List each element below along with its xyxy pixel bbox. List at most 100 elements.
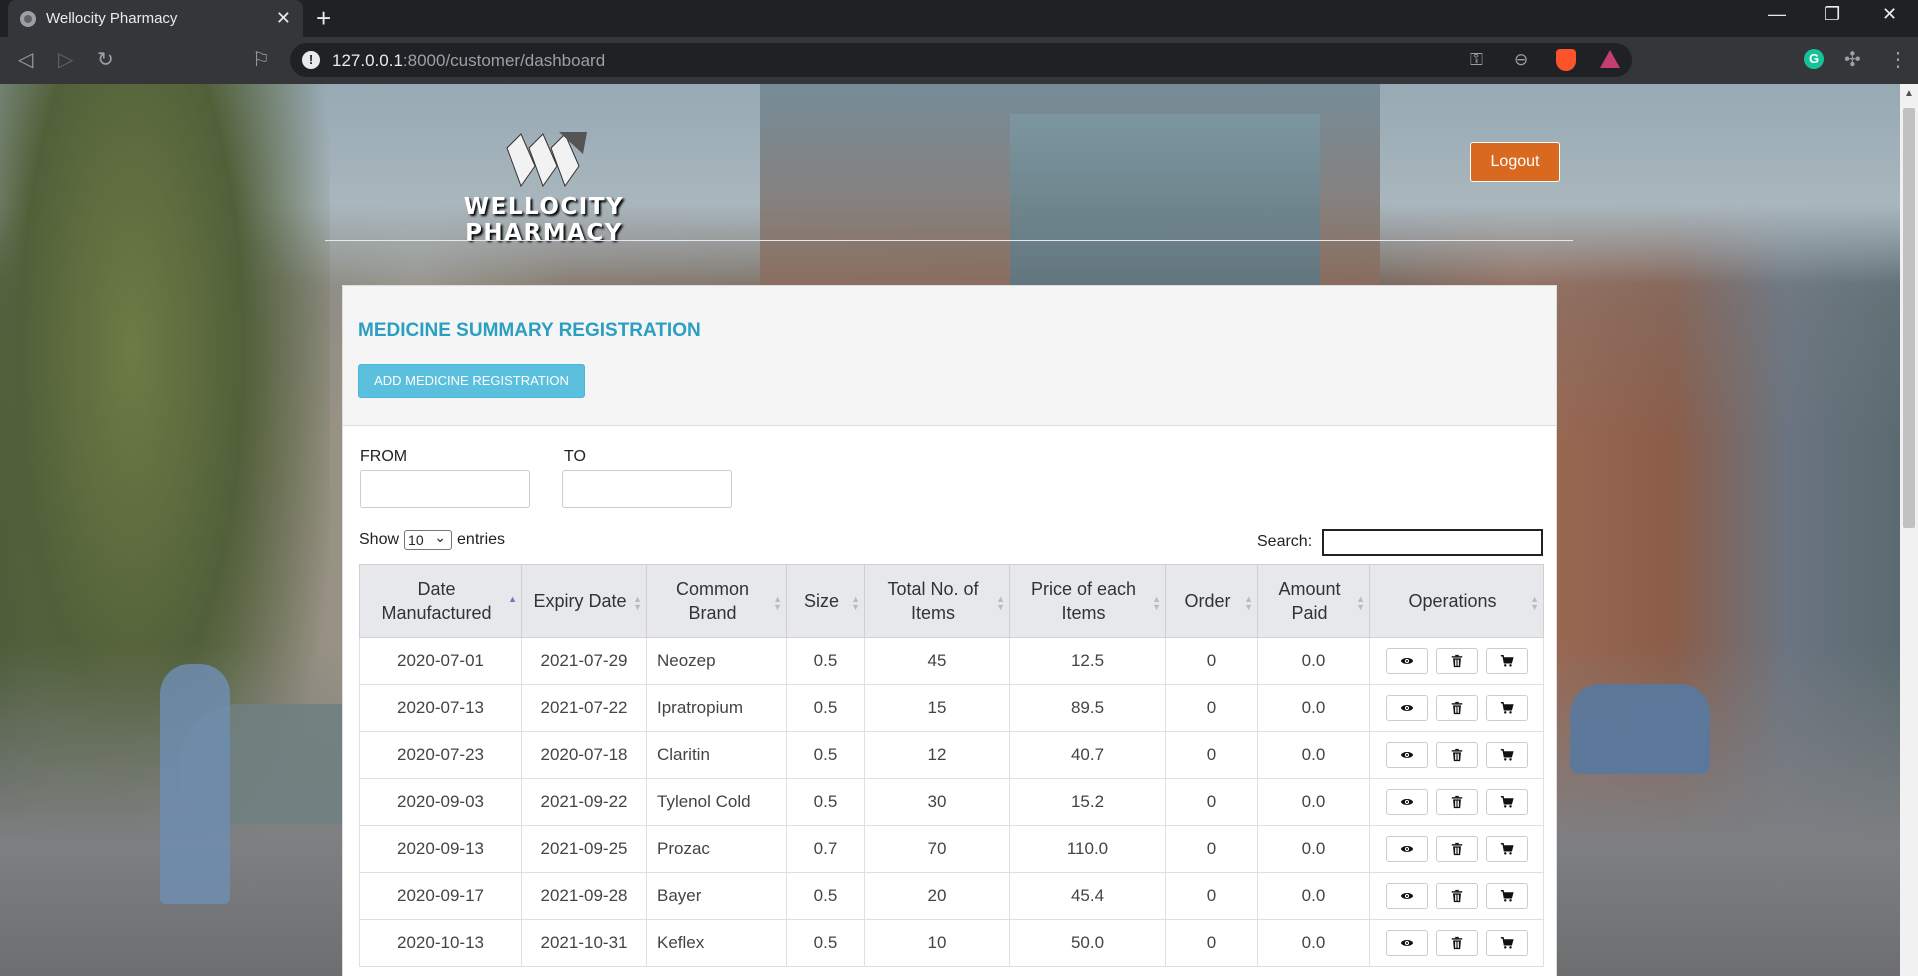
- to-label: TO: [564, 448, 586, 465]
- restore-icon[interactable]: ❐: [1824, 4, 1840, 25]
- view-button[interactable]: [1385, 930, 1428, 956]
- table-row: 2020-09-13 2021-09-25 Prozac 0.7 70 110.0 0 0.0: [359, 825, 1544, 873]
- column-header-order[interactable]: Order ▲ ▼: [1165, 564, 1258, 638]
- delete-button[interactable]: [1435, 836, 1478, 862]
- cart-icon: [1500, 701, 1514, 715]
- column-header-price[interactable]: Price of each Items ▲ ▼: [1009, 564, 1166, 638]
- delete-button[interactable]: [1435, 742, 1478, 768]
- eye-icon: [1400, 795, 1414, 809]
- column-header-amount-paid[interactable]: Amount Paid ▲ ▼: [1257, 564, 1370, 638]
- grammarly-icon[interactable]: G: [1804, 49, 1824, 69]
- expiry-date-cell: 2021-09-25: [521, 825, 647, 873]
- scroll-thumb[interactable]: [1903, 108, 1915, 528]
- operations-cell: [1369, 919, 1544, 967]
- order-button[interactable]: [1485, 930, 1528, 956]
- order-button[interactable]: [1485, 789, 1528, 815]
- key-icon[interactable]: ⚿: [1470, 50, 1483, 70]
- view-button[interactable]: [1385, 648, 1428, 674]
- total-items-cell: 70: [864, 825, 1010, 873]
- order-button[interactable]: [1485, 648, 1528, 674]
- delete-button[interactable]: [1435, 695, 1478, 721]
- menu-icon[interactable]: ⋮: [1888, 48, 1908, 72]
- new-tab-icon[interactable]: +: [316, 4, 331, 32]
- view-button[interactable]: [1385, 742, 1428, 768]
- order-button[interactable]: [1485, 695, 1528, 721]
- panel-header: MEDICINE SUMMARY REGISTRATION ADD MEDICI…: [343, 286, 1556, 426]
- order-button[interactable]: [1485, 742, 1528, 768]
- address-bar[interactable]: ! 127.0.0.1:8000/customer/dashboard ⚿ ⊖: [290, 43, 1632, 77]
- date-manufactured-cell: 2020-09-17: [359, 872, 522, 920]
- delete-button[interactable]: [1435, 930, 1478, 956]
- brave-shield-icon[interactable]: [1556, 49, 1576, 71]
- column-header-operations[interactable]: Operations ▲ ▼: [1369, 564, 1544, 638]
- expiry-date-cell: 2021-07-29: [521, 637, 647, 685]
- table-row: 2020-09-03 2021-09-22 Tylenol Cold 0.5 30 15.…: [359, 778, 1544, 826]
- brand-cell: Prozac: [646, 825, 787, 873]
- expiry-date-cell: 2021-09-22: [521, 778, 647, 826]
- trash-icon: [1450, 842, 1464, 856]
- size-cell: 0.5: [786, 919, 865, 967]
- amount-paid-cell: 0.0: [1257, 731, 1370, 779]
- cart-icon: [1500, 748, 1514, 762]
- brand-cell: Claritin: [646, 731, 787, 779]
- size-cell: 0.5: [786, 778, 865, 826]
- table-row: 2020-09-17 2021-09-28 Bayer 0.5 20 45.4 0 0.0: [359, 872, 1544, 920]
- column-header-common-brand[interactable]: Common Brand ▲ ▼: [646, 564, 787, 638]
- view-button[interactable]: [1385, 695, 1428, 721]
- order-button[interactable]: [1485, 883, 1528, 909]
- expiry-date-cell: 2020-07-18: [521, 731, 647, 779]
- to-date-input[interactable]: [562, 470, 732, 508]
- size-cell: 0.5: [786, 637, 865, 685]
- size-cell: 0.7: [786, 825, 865, 873]
- entries-select[interactable]: 10: [404, 528, 453, 550]
- date-manufactured-cell: 2020-09-03: [359, 778, 522, 826]
- column-header-total-items[interactable]: Total No. of Items ▲ ▼: [864, 564, 1010, 638]
- column-header-expiry-date[interactable]: Expiry Date ▲ ▼: [521, 564, 647, 638]
- column-header-size[interactable]: Size ▲ ▼: [786, 564, 865, 638]
- eye-icon: [1400, 936, 1414, 950]
- globe-icon: [20, 10, 36, 27]
- order-cell: 0: [1165, 731, 1258, 779]
- view-button[interactable]: [1385, 836, 1428, 862]
- close-icon[interactable]: ✕: [276, 8, 291, 29]
- delete-button[interactable]: [1435, 789, 1478, 815]
- reload-icon[interactable]: ↻: [97, 48, 114, 72]
- forward-icon[interactable]: ▷: [58, 48, 73, 72]
- brave-rewards-icon[interactable]: [1600, 50, 1620, 68]
- size-cell: 0.5: [786, 684, 865, 732]
- url-text[interactable]: 127.0.0.1:8000/customer/dashboard: [332, 51, 605, 71]
- add-medicine-registration-button[interactable]: ADD MEDICINE REGISTRATION: [358, 364, 585, 398]
- page-scrollbar[interactable]: ▲: [1900, 84, 1918, 976]
- minimize-icon[interactable]: —: [1768, 4, 1786, 25]
- date-manufactured-cell: 2020-07-13: [359, 684, 522, 732]
- search-input[interactable]: [1322, 529, 1543, 556]
- table-header-row: Date Manufactured ▲ Expiry Date ▲ ▼ Common …: [359, 564, 1544, 638]
- from-date-input[interactable]: [360, 470, 530, 508]
- browser-tab[interactable]: Wellocity Pharmacy ✕: [8, 0, 303, 37]
- trash-icon: [1450, 795, 1464, 809]
- delete-button[interactable]: [1435, 883, 1478, 909]
- column-header-date-manufactured[interactable]: Date Manufactured ▲: [359, 564, 522, 638]
- from-label: FROM: [360, 448, 408, 465]
- logout-button[interactable]: Logout: [1470, 142, 1560, 182]
- view-button[interactable]: [1385, 883, 1428, 909]
- order-cell: 0: [1165, 872, 1258, 920]
- info-icon[interactable]: !: [302, 51, 320, 69]
- scroll-up-icon[interactable]: ▲: [1904, 88, 1914, 99]
- bookmark-icon[interactable]: ⚐: [252, 48, 270, 72]
- view-button[interactable]: [1385, 789, 1428, 815]
- order-button[interactable]: [1485, 836, 1528, 862]
- window-close-icon[interactable]: ✕: [1882, 4, 1897, 25]
- brand-cell: Neozep: [646, 637, 787, 685]
- delete-button[interactable]: [1435, 648, 1478, 674]
- total-items-cell: 30: [864, 778, 1010, 826]
- back-icon[interactable]: ◁: [18, 48, 33, 72]
- browser-tab-bar: Wellocity Pharmacy ✕ + — ❐ ✕: [0, 0, 1918, 37]
- order-cell: 0: [1165, 778, 1258, 826]
- pharmacy-logo: WELLOCITY PHARMACY: [384, 124, 704, 246]
- date-manufactured-cell: 2020-10-13: [359, 919, 522, 967]
- amount-paid-cell: 0.0: [1257, 684, 1370, 732]
- zoom-icon[interactable]: ⊖: [1514, 50, 1528, 70]
- extensions-icon[interactable]: ✣: [1844, 48, 1861, 72]
- search-label: Search:: [1257, 533, 1313, 550]
